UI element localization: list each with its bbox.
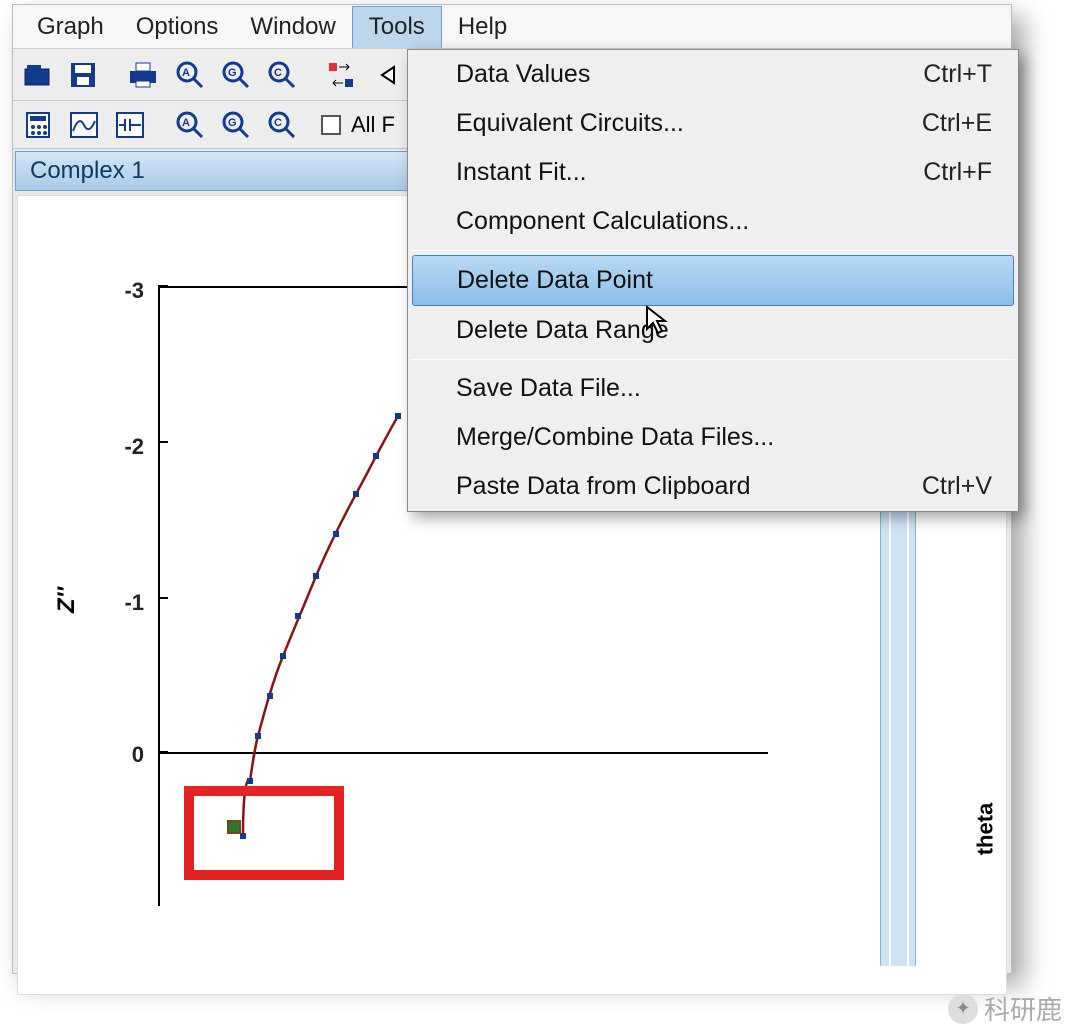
menubar: Graph Options Window Tools Help xyxy=(13,5,1011,49)
zoom-g2-icon[interactable]: G xyxy=(215,104,257,146)
menu-window[interactable]: Window xyxy=(234,7,351,47)
svg-text:G: G xyxy=(228,117,237,129)
tools-dropdown: Data Values Ctrl+T Equivalent Circuits..… xyxy=(407,49,1019,512)
menuitem-instant-fit[interactable]: Instant Fit... Ctrl+F xyxy=(408,148,1018,197)
menuitem-shortcut: Ctrl+E xyxy=(922,109,992,138)
ytick-0: 0 xyxy=(104,742,144,768)
print-icon[interactable] xyxy=(123,54,165,96)
menuitem-label: Merge/Combine Data Files... xyxy=(456,423,774,452)
save-icon[interactable] xyxy=(63,54,105,96)
menuitem-label: Save Data File... xyxy=(456,374,641,403)
menuitem-merge-combine[interactable]: Merge/Combine Data Files... xyxy=(408,413,1018,462)
svg-text:A: A xyxy=(182,67,190,79)
highlight-box xyxy=(184,786,344,880)
menuitem-delete-data-point[interactable]: Delete Data Point xyxy=(412,255,1014,306)
y-axis-label: Z'' xyxy=(53,587,81,613)
menuitem-component-calculations[interactable]: Component Calculations... xyxy=(408,197,1018,246)
menuitem-label: Delete Data Range xyxy=(456,316,669,345)
zoom-g-icon[interactable]: G xyxy=(215,54,257,96)
all-f-label: All F xyxy=(351,112,395,138)
left-icon[interactable] xyxy=(367,54,409,96)
wave-icon[interactable] xyxy=(63,104,105,146)
menu-help[interactable]: Help xyxy=(442,7,523,47)
wechat-icon: ✦ xyxy=(948,994,978,1024)
calculator-icon[interactable] xyxy=(17,104,59,146)
menuitem-data-values[interactable]: Data Values Ctrl+T xyxy=(408,50,1018,99)
menuitem-label: Delete Data Point xyxy=(457,266,653,295)
svg-text:A: A xyxy=(182,117,190,129)
watermark-text: 科研鹿 xyxy=(984,990,1062,1027)
ytick-neg1: -1 xyxy=(104,590,144,616)
menu-graph[interactable]: Graph xyxy=(21,7,120,47)
open-icon[interactable] xyxy=(17,54,59,96)
menuitem-equivalent-circuits[interactable]: Equivalent Circuits... Ctrl+E xyxy=(408,99,1018,148)
svg-text:G: G xyxy=(228,67,237,79)
watermark: ✦ 科研鹿 xyxy=(948,990,1062,1027)
all-f-checkbox[interactable] xyxy=(321,115,341,135)
menuitem-label: Instant Fit... xyxy=(456,158,587,187)
zoom-c-icon[interactable]: C xyxy=(261,54,303,96)
zoom-a2-icon[interactable]: A xyxy=(169,104,211,146)
menuitem-save-data-file[interactable]: Save Data File... xyxy=(408,364,1018,413)
menuitem-label: Data Values xyxy=(456,60,590,89)
svg-text:C: C xyxy=(274,67,282,79)
subwindow-title: Complex 1 xyxy=(30,157,145,185)
menu-separator xyxy=(412,250,1014,251)
swap-icon[interactable] xyxy=(321,54,363,96)
circuit-icon[interactable] xyxy=(109,104,151,146)
menu-options[interactable]: Options xyxy=(120,7,235,47)
secondary-axis-region xyxy=(880,496,916,966)
selected-data-point[interactable] xyxy=(227,820,241,834)
zoom-c2-icon[interactable]: C xyxy=(261,104,303,146)
zoom-a-icon[interactable]: A xyxy=(169,54,211,96)
menuitem-label: Paste Data from Clipboard xyxy=(456,472,751,501)
menuitem-label: Component Calculations... xyxy=(456,207,749,236)
svg-text:C: C xyxy=(274,117,282,129)
menuitem-shortcut: Ctrl+T xyxy=(923,60,992,89)
menuitem-label: Equivalent Circuits... xyxy=(456,109,684,138)
menuitem-shortcut: Ctrl+V xyxy=(922,472,992,501)
menu-tools[interactable]: Tools xyxy=(352,6,442,48)
ytick-neg2: -2 xyxy=(104,434,144,460)
menu-separator xyxy=(412,359,1014,360)
app-window: Graph Options Window Tools Help A G C xyxy=(12,4,1012,974)
secondary-y-label: theta xyxy=(973,803,999,856)
menuitem-shortcut: Ctrl+F xyxy=(923,158,992,187)
menuitem-delete-data-range[interactable]: Delete Data Range xyxy=(408,306,1018,355)
ytick-neg3: -3 xyxy=(104,278,144,304)
menuitem-paste-clipboard[interactable]: Paste Data from Clipboard Ctrl+V xyxy=(408,462,1018,511)
